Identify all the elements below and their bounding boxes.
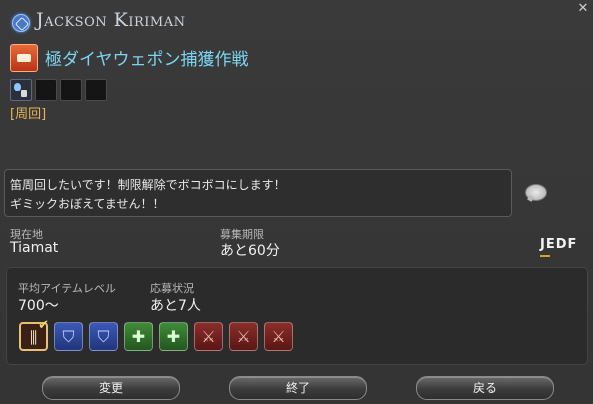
language-flags: JEDF <box>540 237 578 252</box>
healer-cross-icon: ✚ <box>124 322 153 351</box>
comment-line-2: ギミックおぼえてません！！ <box>10 197 165 211</box>
linkshell-icon <box>12 14 30 32</box>
duty-title: 極ダイヤウェポン捕獲作戦 <box>45 50 249 70</box>
dps-sword-icon: ⚔ <box>229 322 258 351</box>
back-button[interactable]: 戻る <box>416 376 554 400</box>
chat-bubble-icon[interactable] <box>525 184 547 201</box>
dps-sword-icon: ⚔ <box>194 322 223 351</box>
comment-line-1: 笛周回したいです！制限解除でボコボコにします！ <box>10 178 286 192</box>
tank-shield-icon: ⛉ <box>54 322 83 351</box>
party-slot-empty <box>35 79 57 101</box>
language-accent-line <box>540 255 550 257</box>
avg-item-level-label: 平均アイテムレベル <box>18 282 116 295</box>
party-slots <box>10 79 107 101</box>
category-tag: [周回] <box>10 107 47 122</box>
duty-icon <box>10 44 38 72</box>
party-slot-filled-icon <box>10 79 32 101</box>
bard-icon: ⫼ ✔ <box>19 318 49 351</box>
party-slot-empty <box>85 79 107 101</box>
status-value: あと7人 <box>150 298 201 314</box>
recruit-time-value: あと60分 <box>220 243 280 259</box>
job-slots: ⫼ ✔ ⛉ ⛉ ✚ ✚ ⚔ ⚔ ⚔ <box>19 318 293 351</box>
player-name: Jackson Kiriman <box>36 9 186 31</box>
end-button[interactable]: 終了 <box>229 376 367 400</box>
avg-item-level-value: 700〜 <box>18 298 59 314</box>
tank-shield-icon: ⛉ <box>89 322 118 351</box>
change-button[interactable]: 変更 <box>42 376 180 400</box>
location-value: Tiamat <box>10 240 59 256</box>
close-icon[interactable]: ✕ <box>573 0 593 18</box>
status-label: 応募状況 <box>150 282 194 295</box>
dps-sword-icon: ⚔ <box>264 322 293 351</box>
healer-cross-icon: ✚ <box>159 322 188 351</box>
party-slot-empty <box>60 79 82 101</box>
